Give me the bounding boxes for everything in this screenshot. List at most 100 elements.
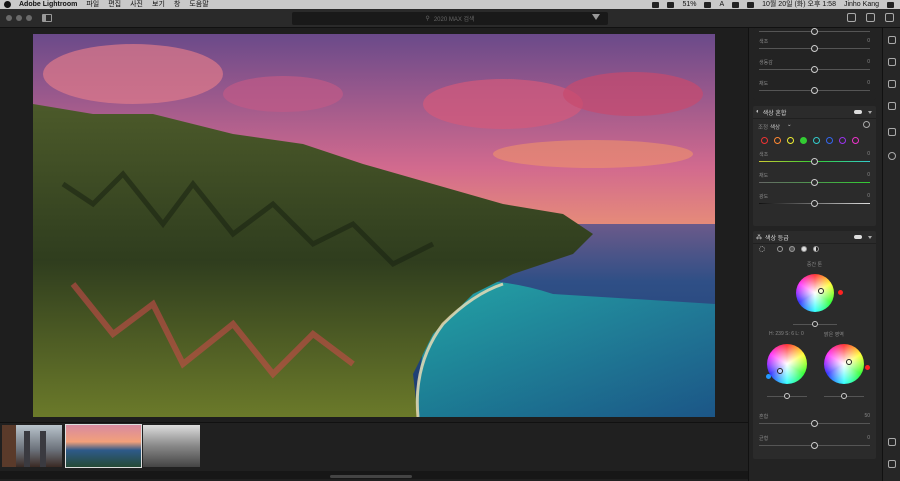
orange-swatch[interactable] (774, 137, 781, 144)
slider-row: 생동감 0 (753, 57, 876, 78)
slider-knob[interactable] (811, 28, 818, 35)
window-controls (6, 15, 32, 21)
menu-photo[interactable]: 사진 (130, 0, 143, 9)
slider-label: 색조 (759, 152, 769, 158)
wheel-handle[interactable] (777, 368, 783, 374)
slider-knob[interactable] (811, 420, 818, 427)
wheel-handle[interactable] (818, 288, 824, 294)
apple-icon[interactable] (4, 1, 11, 8)
color-mixer-toggle[interactable] (854, 110, 862, 114)
magenta-swatch[interactable] (852, 137, 859, 144)
slider-knob[interactable] (841, 393, 847, 399)
slider-row: 채도 0 (753, 78, 876, 99)
purple-swatch[interactable] (839, 137, 846, 144)
search-input[interactable]: 2020 MAX 검색 (434, 14, 475, 23)
status-icon[interactable] (652, 1, 660, 8)
app-menu[interactable]: Adobe Lightroom (19, 0, 77, 9)
adjust-dropdown[interactable]: 색상 (770, 123, 780, 131)
filter-icon[interactable] (592, 14, 600, 20)
shadows-luminance-slider[interactable] (767, 392, 807, 400)
slider-knob[interactable] (812, 321, 818, 327)
filmstrip-scrollbar[interactable] (0, 471, 748, 479)
crop-icon[interactable] (888, 58, 896, 66)
search-box[interactable]: ⚲ 2020 MAX 검색 (292, 12, 608, 25)
chevron-down-icon[interactable] (868, 110, 872, 114)
shadows-icon[interactable] (777, 246, 783, 252)
share-icon[interactable] (866, 13, 875, 22)
slider-value: 0 (867, 59, 870, 65)
brush-icon[interactable] (888, 102, 896, 110)
highlights-label: 밝은 영역 (824, 332, 844, 338)
sidebar-toggle-icon[interactable] (42, 14, 52, 22)
bridge-thumbnail-icon (2, 425, 46, 467)
three-way-icon[interactable] (759, 246, 765, 252)
slider-knob[interactable] (811, 45, 818, 52)
wifi-icon[interactable] (732, 1, 740, 8)
user-name[interactable]: Jinho Kang (844, 0, 879, 9)
menu-view[interactable]: 보기 (152, 0, 165, 9)
green-swatch[interactable] (800, 137, 807, 144)
menu-help[interactable]: 도움말 (189, 0, 208, 9)
color-grading-toggle[interactable] (854, 235, 862, 239)
menu-window[interactable]: 창 (174, 0, 180, 9)
blue-swatch[interactable] (826, 137, 833, 144)
midtones-label: 중간 톤 (806, 262, 823, 268)
midtones-luminance-slider[interactable] (793, 320, 837, 328)
color-grading-header[interactable]: ⁂ 색상 등급 (753, 231, 876, 244)
slider-knob[interactable] (811, 87, 818, 94)
control-center-icon[interactable] (887, 1, 894, 8)
slider-value: 50 (864, 413, 870, 419)
linear-gradient-icon[interactable] (888, 128, 896, 136)
highlights-mode-icon[interactable] (801, 246, 807, 252)
hue-marker[interactable] (865, 365, 870, 370)
chevron-down-icon[interactable] (868, 235, 872, 239)
global-icon[interactable] (813, 246, 819, 252)
info-icon[interactable] (888, 460, 896, 468)
slider-knob[interactable] (811, 442, 818, 449)
aqua-swatch[interactable] (813, 137, 820, 144)
radial-gradient-icon[interactable] (888, 152, 896, 160)
chevron-down-icon[interactable]: ⌄ (787, 122, 792, 128)
edit-icon[interactable] (888, 36, 896, 44)
clock[interactable]: 10월 20일 (화) 오후 1:58 (762, 0, 836, 9)
healing-icon[interactable] (888, 80, 896, 88)
hue-marker[interactable] (838, 290, 843, 295)
slider-knob[interactable] (811, 200, 818, 207)
color-mixer-header[interactable]: ◐ 색상 혼합 (753, 106, 876, 119)
thumbnail-2-selected[interactable] (65, 424, 142, 468)
red-swatch[interactable] (761, 137, 768, 144)
midtones-color-wheel[interactable] (796, 274, 834, 312)
bell-icon[interactable] (847, 13, 856, 22)
menu-edit[interactable]: 편집 (108, 0, 121, 9)
slider-knob[interactable] (811, 66, 818, 73)
highlights-color-wheel[interactable] (824, 344, 864, 384)
filmstrip (0, 422, 748, 481)
yellow-swatch[interactable] (787, 137, 794, 144)
target-icon[interactable] (863, 121, 870, 128)
minimize-button[interactable] (16, 15, 22, 21)
wheel-handle[interactable] (846, 359, 852, 365)
sync-icon[interactable] (667, 1, 675, 8)
menu-file[interactable]: 파일 (86, 0, 99, 9)
scroll-thumb[interactable] (330, 475, 412, 478)
hue-marker[interactable] (766, 374, 771, 379)
search-icon[interactable] (747, 1, 755, 8)
close-button[interactable] (6, 15, 12, 21)
thumbnail-3[interactable] (143, 425, 200, 467)
help-icon[interactable] (885, 13, 894, 22)
slider-value: 0 (867, 38, 870, 44)
midtones-mode-icon[interactable] (789, 246, 795, 252)
comment-icon[interactable] (888, 438, 896, 446)
shadows-color-wheel[interactable] (767, 344, 807, 384)
battery-icon[interactable] (704, 1, 712, 8)
highlights-luminance-slider[interactable] (824, 392, 864, 400)
slider-label: 색조 (759, 39, 769, 45)
color-grading-section: ⁂ 색상 등급 중간 톤 H: 239 S: 6 L: 0 밝은 영역 혼합 5… (753, 231, 876, 459)
slider-knob[interactable] (811, 158, 818, 165)
slider-knob[interactable] (784, 393, 790, 399)
main-photo[interactable] (33, 34, 715, 417)
thumbnail-1[interactable] (2, 425, 62, 467)
input-source[interactable]: A (719, 0, 724, 9)
slider-knob[interactable] (811, 179, 818, 186)
zoom-button[interactable] (26, 15, 32, 21)
